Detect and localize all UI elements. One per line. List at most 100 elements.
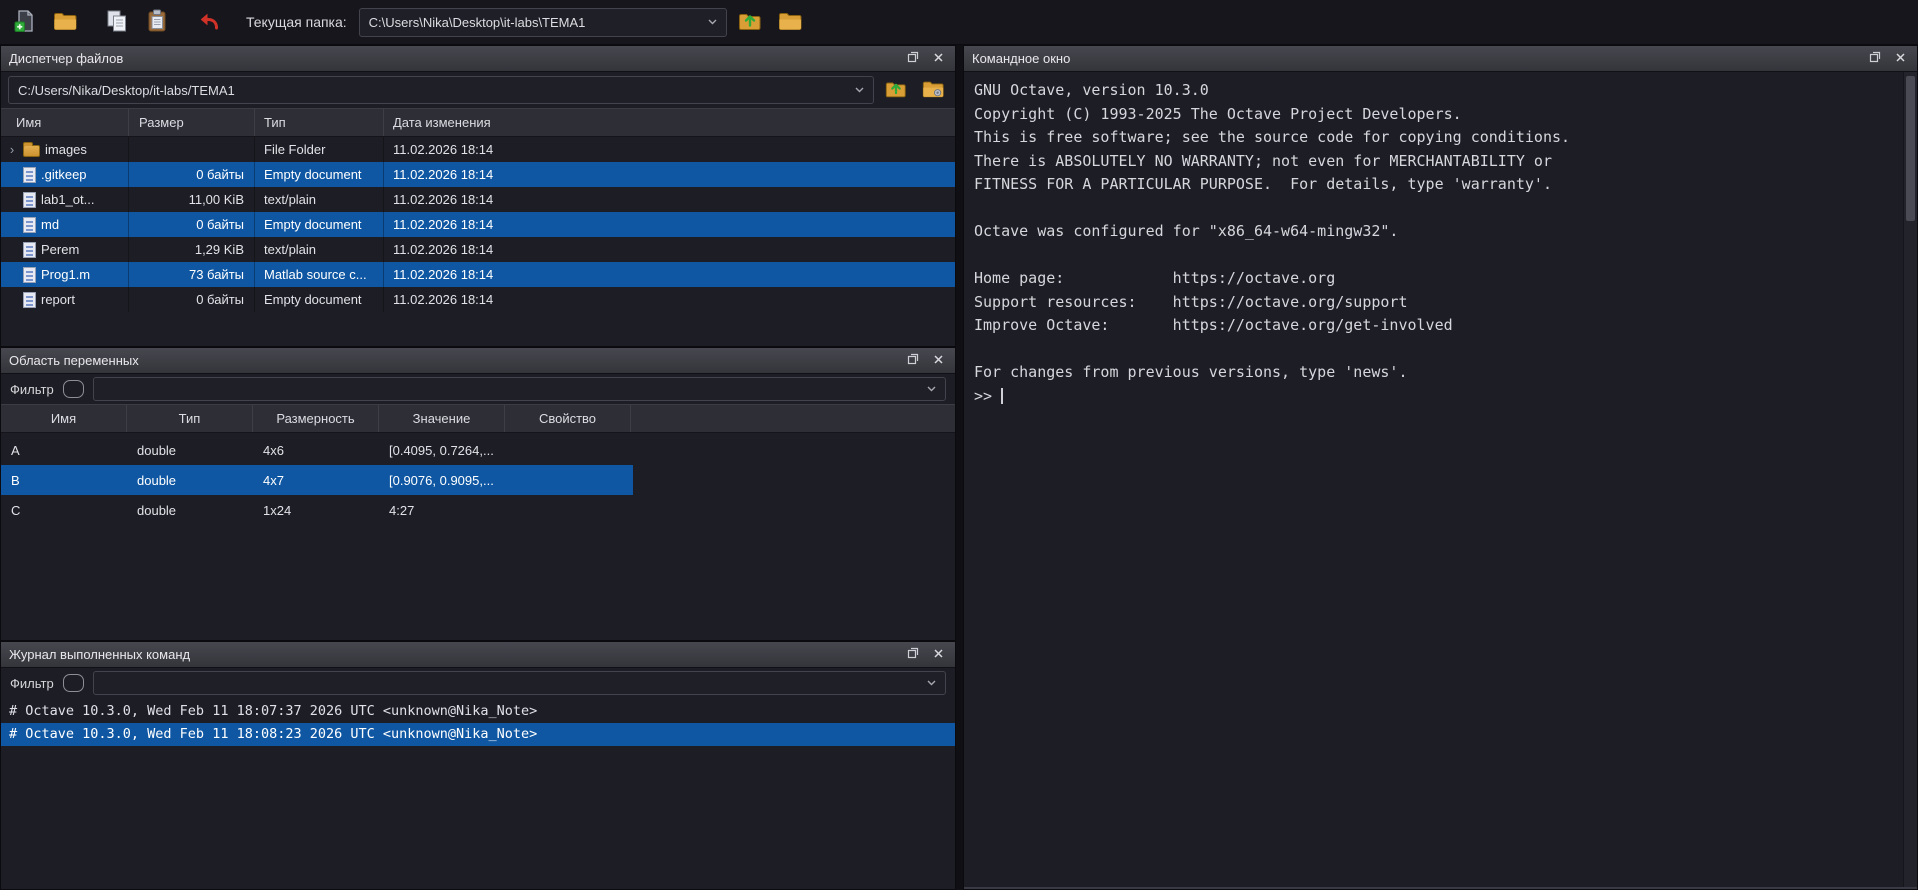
file-path-value: C:/Users/Nika/Desktop/it-labs/TEMA1 xyxy=(18,83,847,98)
column-header-name[interactable]: Имя xyxy=(1,109,129,136)
undock-icon xyxy=(1869,51,1881,66)
variable-row[interactable]: Adouble4x6[0.4095, 0.7264,... xyxy=(1,435,633,465)
history-filter-combo[interactable] xyxy=(93,671,946,695)
column-header-value[interactable]: Значение xyxy=(379,405,505,432)
copy-icon xyxy=(104,8,130,37)
file-name: Perem xyxy=(41,242,79,257)
file-size-cell: 0 байты xyxy=(129,212,255,237)
file-name-cell: lab1_ot... xyxy=(1,187,129,212)
workspace-filter-combo[interactable] xyxy=(93,377,946,401)
file-name: images xyxy=(45,142,87,157)
filter-checkbox[interactable] xyxy=(63,380,84,398)
close-button[interactable] xyxy=(1891,50,1909,68)
close-button[interactable] xyxy=(929,50,947,68)
command-window-body[interactable]: GNU Octave, version 10.3.0 Copyright (C)… xyxy=(964,72,1917,889)
file-date-cell: 11.02.2026 18:14 xyxy=(384,212,955,237)
filter-checkbox[interactable] xyxy=(63,674,84,692)
current-folder-value: C:\Users\Nika\Desktop\it-labs\TEMA1 xyxy=(369,15,700,30)
column-header-name[interactable]: Имя xyxy=(1,405,127,432)
workspace-titlebar[interactable]: Область переменных xyxy=(1,348,955,374)
directory-up-button[interactable] xyxy=(881,75,911,105)
file-name: Prog1.m xyxy=(41,267,90,282)
undock-button[interactable] xyxy=(1866,50,1884,68)
column-header-type[interactable]: Тип xyxy=(255,109,384,136)
command-window-titlebar[interactable]: Командное окно xyxy=(964,46,1917,72)
close-icon xyxy=(933,353,944,368)
file-browser-panel: Диспетчер файлов C:/Users/Nika/Desktop/i… xyxy=(0,45,956,347)
octave-app: Текущая папка: C:\Users\Nika\Desktop\it-… xyxy=(0,0,1918,890)
scrollbar-thumb[interactable] xyxy=(1906,76,1915,221)
chevron-down-icon xyxy=(708,19,717,25)
file-name-cell: › images xyxy=(1,137,129,162)
new-script-button[interactable] xyxy=(8,5,42,39)
undo-button[interactable] xyxy=(192,5,226,39)
command-prompt-row[interactable]: >> xyxy=(974,385,1907,409)
file-size-cell: 73 байты xyxy=(129,262,255,287)
file-name-cell: md xyxy=(1,212,129,237)
column-header-type[interactable]: Тип xyxy=(127,405,253,432)
browse-folder-button[interactable] xyxy=(773,5,807,39)
variable-value-cell: 4:27 xyxy=(379,503,505,518)
workspace-list: Adouble4x6[0.4095, 0.7264,...Bdouble4x7[… xyxy=(1,433,955,640)
undock-button[interactable] xyxy=(904,352,922,370)
close-button[interactable] xyxy=(929,352,947,370)
paste-button[interactable] xyxy=(140,5,174,39)
history-titlebar[interactable]: Журнал выполненных команд xyxy=(1,642,955,668)
file-table-header[interactable]: Имя Размер Тип Дата изменения xyxy=(1,108,955,137)
undock-button[interactable] xyxy=(904,50,922,68)
vertical-splitter[interactable] xyxy=(956,45,963,890)
file-date-cell: 11.02.2026 18:14 xyxy=(384,287,955,312)
file-row[interactable]: md0 байтыEmpty document11.02.2026 18:14 xyxy=(1,212,955,237)
close-icon xyxy=(933,51,944,66)
variable-row[interactable]: Bdouble4x7[0.9076, 0.9095,... xyxy=(1,465,633,495)
open-file-button[interactable] xyxy=(48,5,82,39)
history-entry[interactable]: # Octave 10.3.0, Wed Feb 11 18:07:37 202… xyxy=(1,700,955,723)
file-name-cell: .gitkeep xyxy=(1,162,129,187)
workspace-panel: Область переменных Фильтр Имя xyxy=(0,347,956,641)
variable-value-cell: [0.9076, 0.9095,... xyxy=(379,473,505,488)
folder-actions-button[interactable] xyxy=(918,75,948,105)
column-header-size[interactable]: Размер xyxy=(129,109,255,136)
undock-button[interactable] xyxy=(904,646,922,664)
history-entry[interactable]: # Octave 10.3.0, Wed Feb 11 18:08:23 202… xyxy=(1,723,955,746)
current-folder-combo[interactable]: C:\Users\Nika\Desktop\it-labs\TEMA1 xyxy=(359,8,727,37)
folder-actions-icon xyxy=(921,77,945,104)
file-date-cell: 11.02.2026 18:14 xyxy=(384,262,955,287)
copy-button[interactable] xyxy=(100,5,134,39)
file-row[interactable]: ›imagesFile Folder11.02.2026 18:14 xyxy=(1,137,955,162)
file-row[interactable]: Prog1.m73 байтыMatlab source c...11.02.2… xyxy=(1,262,955,287)
column-header-attr[interactable]: Свойство xyxy=(505,405,631,432)
folder-up-button[interactable] xyxy=(733,5,767,39)
variable-value-cell: [0.4095, 0.7264,... xyxy=(379,443,505,458)
folder-up-icon xyxy=(884,77,908,104)
file-name: md xyxy=(41,217,59,232)
file-row[interactable]: .gitkeep0 байтыEmpty document11.02.2026 … xyxy=(1,162,955,187)
file-row[interactable]: Perem1,29 KiBtext/plain11.02.2026 18:14 xyxy=(1,237,955,262)
file-row[interactable]: report0 байтыEmpty document11.02.2026 18… xyxy=(1,287,955,312)
file-browser-titlebar[interactable]: Диспетчер файлов xyxy=(1,46,955,72)
variable-dims-cell: 1x24 xyxy=(253,503,379,518)
workspace-table-header[interactable]: Имя Тип Размерность Значение Свойство xyxy=(1,404,955,433)
command-output: GNU Octave, version 10.3.0 Copyright (C)… xyxy=(974,79,1907,385)
variable-row[interactable]: Cdouble1x244:27 xyxy=(1,495,633,525)
column-header-dims[interactable]: Размерность xyxy=(253,405,379,432)
file-browser-title: Диспетчер файлов xyxy=(9,51,123,66)
expand-chevron-icon[interactable]: › xyxy=(6,143,18,156)
file-name-cell: Perem xyxy=(1,237,129,262)
column-header-date[interactable]: Дата изменения xyxy=(384,109,955,136)
file-date-cell: 11.02.2026 18:14 xyxy=(384,162,955,187)
file-row[interactable]: lab1_ot...11,00 KiBtext/plain11.02.2026 … xyxy=(1,187,955,212)
command-window-scrollbar[interactable] xyxy=(1903,72,1917,887)
file-path-combo[interactable]: C:/Users/Nika/Desktop/it-labs/TEMA1 xyxy=(8,76,874,104)
file-type-cell: Empty document xyxy=(255,162,384,187)
file-size-cell: 0 байты xyxy=(129,287,255,312)
workspace-title: Область переменных xyxy=(9,353,139,368)
open-folder-icon xyxy=(52,8,78,37)
variable-dims-cell: 4x6 xyxy=(253,443,379,458)
close-button[interactable] xyxy=(929,646,947,664)
history-title: Журнал выполненных команд xyxy=(9,647,190,662)
folder-icon xyxy=(23,145,40,157)
document-icon xyxy=(23,192,36,208)
filter-label: Фильтр xyxy=(10,676,54,691)
file-name-cell: report xyxy=(1,287,129,312)
